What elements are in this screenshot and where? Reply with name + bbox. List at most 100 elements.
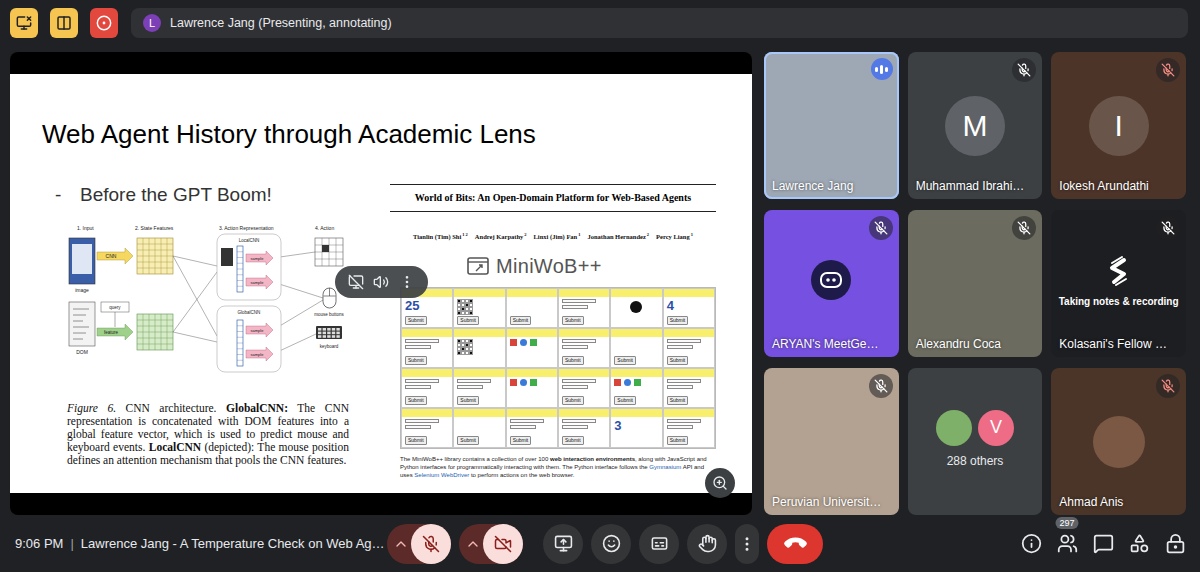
task-instruction-band [402,369,452,377]
task-cell: Submit [401,408,453,448]
submit-button[interactable]: Submit [562,356,584,365]
activities-button[interactable] [1128,533,1150,555]
submit-button[interactable]: Submit [667,316,689,325]
global-feature-bar [237,320,243,366]
form-fields [667,339,701,349]
task-instruction-band [664,329,714,337]
participant-avatar: V [978,410,1014,446]
task-instruction-band [664,369,714,377]
submit-button[interactable]: Submit [510,316,532,325]
presenter-avatar: L [143,14,161,32]
task-cell: Submit [506,408,558,448]
form-fields [562,339,596,349]
participant-name: Ahmad Anis [1059,495,1123,509]
task-cell: Submit [401,368,453,408]
participant-tile[interactable]: Taking notes & recordingKolasani's Fello… [1051,210,1186,357]
reactions-button[interactable] [591,524,631,564]
dom-label: DOM [76,349,88,355]
participant-tile[interactable]: IIokesh Arundathi [1051,52,1186,199]
task-cell: 4Submit [663,288,715,328]
hide-presentation-icon[interactable] [348,274,364,290]
host-controls-button[interactable] [1164,533,1186,555]
participant-tile[interactable]: ARYAN's MeetGe… [764,210,899,357]
task-cell [506,328,558,368]
task-instruction-band [559,409,609,417]
task-instruction-band [611,369,661,377]
task-cell: Submit [663,408,715,448]
captcha-digits: 25 [405,299,419,313]
submit-button[interactable]: Submit [510,436,532,445]
audio-options-icon[interactable] [393,536,409,552]
caption-link[interactable]: Selenium WebDriver [414,472,469,478]
task-cell: Submit [610,328,662,368]
form-fields [562,379,596,389]
submit-button[interactable]: Submit [614,396,636,405]
zoom-button[interactable] [705,468,735,498]
meeting-details-button[interactable] [1020,533,1042,555]
volume-icon[interactable] [373,274,389,290]
task-cell: Submit [453,368,505,408]
leave-call-button[interactable] [767,524,823,564]
submit-button[interactable]: Submit [405,396,427,405]
caption-link[interactable]: Gymnasium [649,464,681,470]
form-fields [405,419,439,429]
more-button[interactable] [735,524,759,564]
mic-off-icon [422,535,440,553]
captions-button[interactable] [639,524,679,564]
layout-button[interactable] [50,8,78,38]
submit-button[interactable]: Submit [562,436,584,445]
submit-button[interactable]: Submit [562,396,584,405]
mouse-icon [323,288,336,308]
caption-text: CNN architecture. [116,402,226,414]
miniwob-logo: MiniWoB++ [467,253,716,279]
submit-button[interactable]: Submit [405,316,427,325]
meet-window: LLawrence Jang (Presenting, annotating)W… [0,0,1200,572]
keyboard-label: keyboard [320,344,339,349]
query-box-icon [101,302,129,327]
caption-text: Figure 6. [67,402,116,414]
speaking-indicator-icon [871,58,893,80]
slide-left-column: -Before the GPT Boom!1. Input2. State Fe… [42,184,382,479]
more-options-icon[interactable] [399,274,415,290]
submit-button[interactable]: Submit [614,356,636,365]
task-cell: Submit [453,408,505,448]
participant-tile[interactable]: Ahmad Anis [1051,368,1186,515]
present-button[interactable] [543,524,583,564]
submit-button[interactable]: Submit [667,396,689,405]
submit-button[interactable]: Submit [405,436,427,445]
video-options-icon[interactable] [465,536,481,552]
form-fields [510,419,544,429]
participant-tile[interactable]: Peruvian Universit… [764,368,899,515]
others-avatars: V [936,410,1014,446]
notes-app-logo-icon [1102,254,1136,288]
participant-name: Iokesh Arundathi [1059,179,1148,193]
local-cnn-label: LocalCNN [239,238,260,243]
task-instruction-band [664,409,714,417]
submit-button[interactable]: Submit [667,436,689,445]
meeting-info: 9:06 PM|Lawrence Jang - A Temperature Ch… [15,536,385,551]
stage-label: 1. Input [77,225,94,231]
stage-label: 2. State Features [135,225,174,231]
submit-button[interactable]: Submit [562,316,584,325]
participant-tile[interactable]: Alexandru Coca [908,210,1043,357]
submit-button[interactable]: Submit [457,316,479,325]
submit-button[interactable]: Submit [457,396,479,405]
camera-button[interactable] [483,524,523,564]
people-button[interactable]: 297 [1056,533,1078,555]
participant-tile[interactable]: V288 others [908,368,1043,515]
task-cell: Submit [453,288,505,328]
figure-caption: Figure 6. CNN architecture. GlobalCNN: T… [67,402,349,467]
screen-off-button[interactable] [10,8,38,38]
submit-button[interactable]: Submit [405,356,427,365]
participant-tile[interactable]: Lawrence Jang [764,52,899,199]
submit-button[interactable]: Submit [667,356,689,365]
task-instruction-band [664,289,714,297]
raise-hand-button[interactable] [687,524,727,564]
mic-button[interactable] [411,524,451,564]
task-cell: Submit [663,368,715,408]
chat-button[interactable] [1092,533,1114,555]
participant-tile[interactable]: MMuhammad Ibrahi… [908,52,1043,199]
submit-button[interactable]: Submit [457,436,479,445]
people-icon [1057,533,1078,554]
record-button[interactable] [90,8,118,38]
